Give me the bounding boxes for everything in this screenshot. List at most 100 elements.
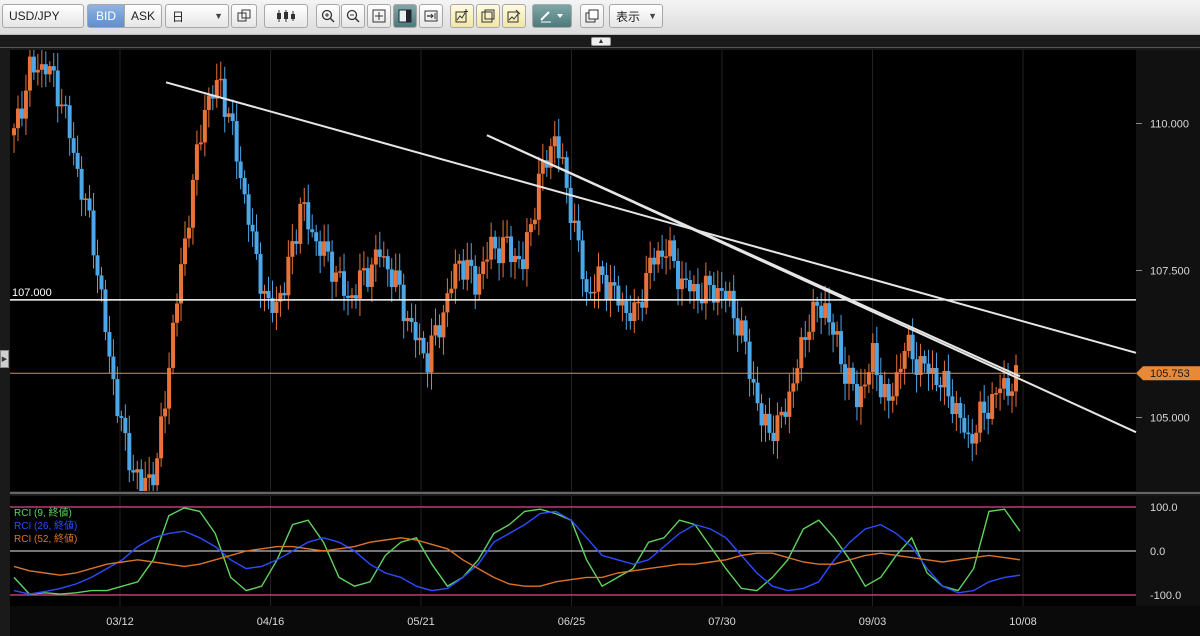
chart-canvas[interactable]: 107.000 105.753 110.000 107.500 105.000 100… <box>0 0 1200 636</box>
candle-body-down <box>254 231 259 255</box>
candle-body-down <box>43 64 48 75</box>
side-panel-handle[interactable]: ▶ <box>0 350 9 368</box>
candle-body-down <box>421 337 426 354</box>
timeframe-select[interactable]: 日 ▼ <box>165 4 229 28</box>
toolbar-divider <box>0 47 1200 48</box>
candle-body-down <box>246 194 251 225</box>
panel-toggle-button[interactable] <box>393 4 417 28</box>
bid-button[interactable]: BID <box>87 4 125 28</box>
candle-body-down <box>385 256 390 270</box>
zoom-in-button[interactable] <box>316 4 340 28</box>
candle-body-up <box>262 290 267 294</box>
candle-body-down <box>413 321 418 341</box>
y-axis-tick-label: 110.000 <box>1150 119 1189 131</box>
current-price-label: 105.753 <box>1150 368 1190 380</box>
zoom-out-button[interactable] <box>341 4 365 28</box>
candle-body-up <box>47 66 52 75</box>
candle-body-down <box>815 301 820 306</box>
candle-body-up <box>357 270 362 299</box>
candle-body-down <box>958 403 963 418</box>
current-price-tag <box>1136 366 1200 381</box>
chart-type-select[interactable] <box>264 4 308 28</box>
candle-body-up <box>596 266 601 292</box>
candle-body-down <box>660 250 665 257</box>
candle-body-up <box>548 146 553 168</box>
candle-body-down <box>910 334 915 360</box>
candle-body-up <box>477 274 482 295</box>
candle-body-up <box>866 372 871 385</box>
indicator-icon <box>507 9 521 23</box>
x-axis-tick-label: 04/16 <box>257 616 285 628</box>
candle-body-up <box>739 320 744 336</box>
candle-body-up <box>990 394 995 419</box>
candle-body-up <box>338 271 343 273</box>
rci-series-line <box>13 507 1021 595</box>
candle-body-up <box>894 372 899 397</box>
candle-body-down <box>850 367 855 384</box>
rci-axis-background <box>1136 496 1200 606</box>
candle-body-down <box>687 280 692 292</box>
screenshot-button[interactable] <box>580 4 604 28</box>
candle-body-down <box>854 383 859 408</box>
candle-body-up <box>334 272 339 282</box>
candle-body-down <box>982 401 987 413</box>
add-chart-button[interactable] <box>450 4 474 28</box>
candle-body-down <box>210 95 215 99</box>
candle-body-up <box>632 302 637 322</box>
candle-body-up <box>799 337 804 369</box>
candle-body-up <box>186 227 191 239</box>
candle-body-up <box>194 144 199 180</box>
candle-body-up <box>668 240 673 257</box>
candle-body-down <box>401 284 406 322</box>
candle-body-up <box>278 292 283 302</box>
x-axis-background <box>10 606 1200 636</box>
candle-body-down <box>707 275 712 286</box>
candle-body-down <box>676 260 681 290</box>
candle-body-down <box>938 385 943 388</box>
candle-body-up <box>763 413 768 426</box>
candle-body-down <box>568 187 573 224</box>
x-axis-tick-label: 05/21 <box>407 616 435 628</box>
candle-body-up <box>190 179 195 228</box>
ask-button[interactable]: ASK <box>124 4 162 28</box>
collapse-toolbar-button[interactable]: ▲ <box>591 37 611 46</box>
candle-body-up <box>1014 365 1018 392</box>
candle-body-down <box>751 378 756 383</box>
display-menu-button[interactable]: 表示 ▼ <box>609 4 663 28</box>
candle-body-down <box>222 78 227 117</box>
candle-body-down <box>803 337 808 340</box>
scroll-end-button[interactable] <box>419 4 443 28</box>
candle-body-up <box>27 56 32 91</box>
candle-body-up <box>870 343 875 373</box>
candle-body-down <box>91 210 96 256</box>
candle-body-up <box>39 64 44 70</box>
candle-body-up <box>481 261 486 275</box>
candle-body-down <box>51 66 56 71</box>
candle-body-down <box>473 265 478 295</box>
candle-body-down <box>342 271 347 296</box>
candle-body-up <box>349 295 354 298</box>
candle-body-up <box>823 303 828 318</box>
rci-axis-tick-label: -100.0 <box>1150 590 1181 602</box>
chart-settings-button[interactable] <box>476 4 500 28</box>
zoom-out-icon <box>346 9 360 23</box>
candle-body-down <box>970 434 975 444</box>
candle-body-down <box>79 168 84 200</box>
fit-button[interactable] <box>367 4 391 28</box>
candle-body-down <box>493 236 498 249</box>
candle-body-up <box>206 95 211 110</box>
rci-legend-entry: RCI (52, 終値) <box>14 532 77 545</box>
candle-body-up <box>179 264 183 304</box>
candle-body-up <box>198 142 203 145</box>
candle-body-down <box>282 292 287 296</box>
copy-button[interactable] <box>231 4 257 28</box>
candle-body-up <box>175 303 180 323</box>
screenshot-icon <box>585 9 599 23</box>
y-axis-tick-label: 107.500 <box>1150 266 1190 278</box>
candle-body-up <box>918 356 923 375</box>
symbol-select[interactable]: USD/JPY <box>2 4 84 28</box>
indicator-button[interactable] <box>502 4 526 28</box>
candle-body-up <box>457 260 462 264</box>
candle-body-down <box>67 105 72 139</box>
drawing-tool-button[interactable] <box>532 4 572 28</box>
